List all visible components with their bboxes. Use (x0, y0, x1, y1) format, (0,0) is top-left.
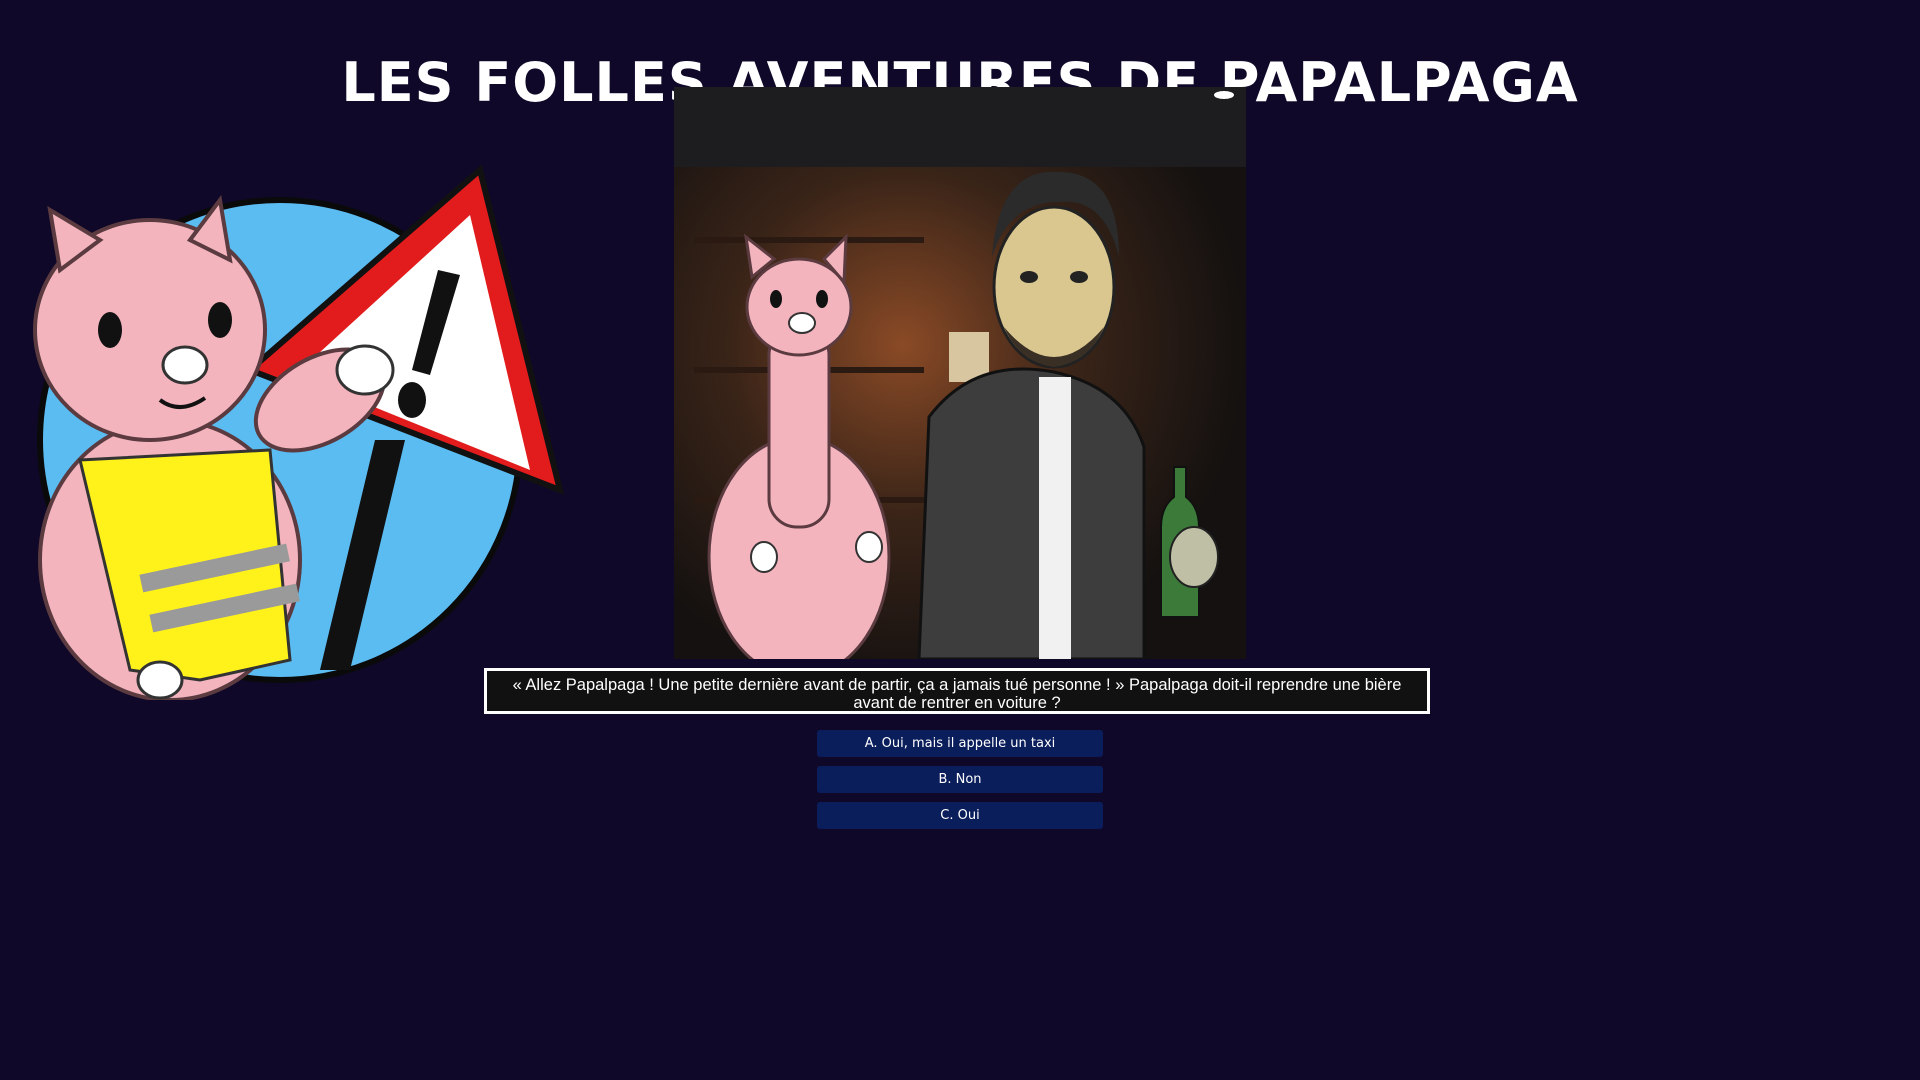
question-text: « Allez Papalpaga ! Une petite dernière … (512, 676, 1402, 712)
game-page: Les folles aventures de Papalpaga (0, 0, 1920, 1080)
scene-man-head (992, 205, 1116, 369)
alpaca-and-man-in-bar-scene (674, 87, 1246, 659)
answer-b-button[interactable]: B. Non (817, 766, 1103, 793)
answer-list: A. Oui, mais il appelle un taxi B. Non C… (817, 730, 1103, 838)
alpaca-warning-sign-mascot (33, 164, 565, 700)
answer-a-button[interactable]: A. Oui, mais il appelle un taxi (817, 730, 1103, 757)
scene-man-jacket (917, 367, 1146, 659)
answer-c-button[interactable]: C. Oui (817, 802, 1103, 829)
question-box: « Allez Papalpaga ! Une petite dernière … (484, 668, 1430, 714)
